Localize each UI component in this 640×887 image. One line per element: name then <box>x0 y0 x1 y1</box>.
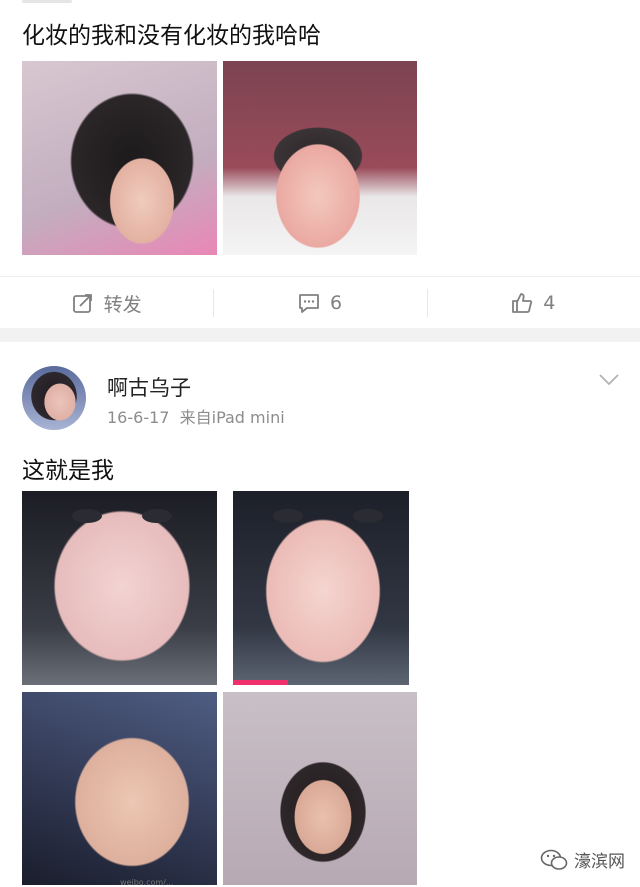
thumbs-up-icon <box>512 293 533 313</box>
post-photo-3[interactable] <box>22 692 217 885</box>
repost-icon <box>72 294 92 313</box>
post-text: 这就是我 <box>22 458 114 484</box>
eye <box>72 509 102 523</box>
like-button[interactable]: 4 <box>426 289 640 317</box>
repost-label: 转发 <box>103 293 142 316</box>
post-source: 来自iPad mini <box>179 408 285 427</box>
watermark: 濠滨网 <box>540 847 625 872</box>
post-action-bar: 转发 6 4 <box>0 276 640 329</box>
repost-button[interactable]: 转发 <box>0 289 213 317</box>
post-meta: 16-6-17 来自iPad mini <box>107 404 285 428</box>
post-photo-1[interactable] <box>22 491 217 685</box>
post-photo-2[interactable] <box>233 491 409 685</box>
post-photo-no-makeup[interactable] <box>223 61 417 255</box>
like-count: 4 <box>543 292 556 314</box>
eye <box>353 509 383 523</box>
wechat-icon <box>540 849 568 870</box>
post-text: 化妆的我和没有化妆的我哈哈 <box>22 23 321 49</box>
eye <box>142 509 172 523</box>
photo-edit-bar <box>233 680 288 685</box>
chevron-down-icon[interactable] <box>598 373 620 387</box>
post-date: 16-6-17 <box>107 408 170 427</box>
previous-post-edge <box>22 0 72 3</box>
post-photo-4[interactable] <box>223 692 417 885</box>
username[interactable]: 啊古乌子 <box>107 372 191 402</box>
comment-count: 6 <box>329 292 343 314</box>
image-credit: weibo.com/... <box>120 878 174 887</box>
post-separator <box>0 328 640 342</box>
post-photo-makeup[interactable] <box>22 61 217 255</box>
watermark-label: 濠滨网 <box>574 852 625 872</box>
comment-button[interactable]: 6 <box>213 289 426 317</box>
eye <box>273 509 303 523</box>
comment-icon <box>299 294 319 313</box>
avatar[interactable] <box>22 366 86 430</box>
